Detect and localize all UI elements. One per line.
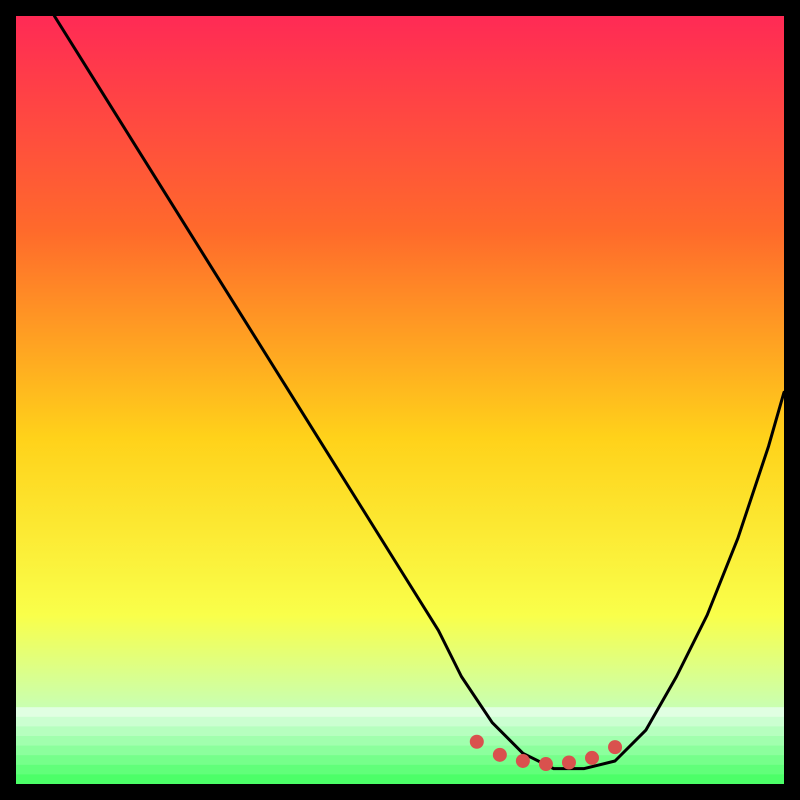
optimal-range-marker xyxy=(470,735,484,749)
green-stripe xyxy=(16,717,784,727)
optimal-range-marker xyxy=(516,754,530,768)
optimal-range-marker xyxy=(562,755,576,769)
optimal-range-marker xyxy=(608,740,622,754)
green-stripe xyxy=(16,755,784,765)
bottleneck-chart xyxy=(16,16,784,784)
optimal-range-marker xyxy=(539,757,553,771)
green-stripe xyxy=(16,707,784,717)
green-stripe xyxy=(16,746,784,756)
heat-gradient-background xyxy=(16,16,784,784)
optimal-range-marker xyxy=(493,748,507,762)
plot-area xyxy=(16,16,784,784)
green-stripe xyxy=(16,726,784,736)
green-stripe xyxy=(16,736,784,746)
optimal-range-marker xyxy=(585,751,599,765)
chart-frame: TheBottleneck.com xyxy=(16,16,784,784)
green-stripe xyxy=(16,774,784,784)
green-stripe xyxy=(16,765,784,775)
